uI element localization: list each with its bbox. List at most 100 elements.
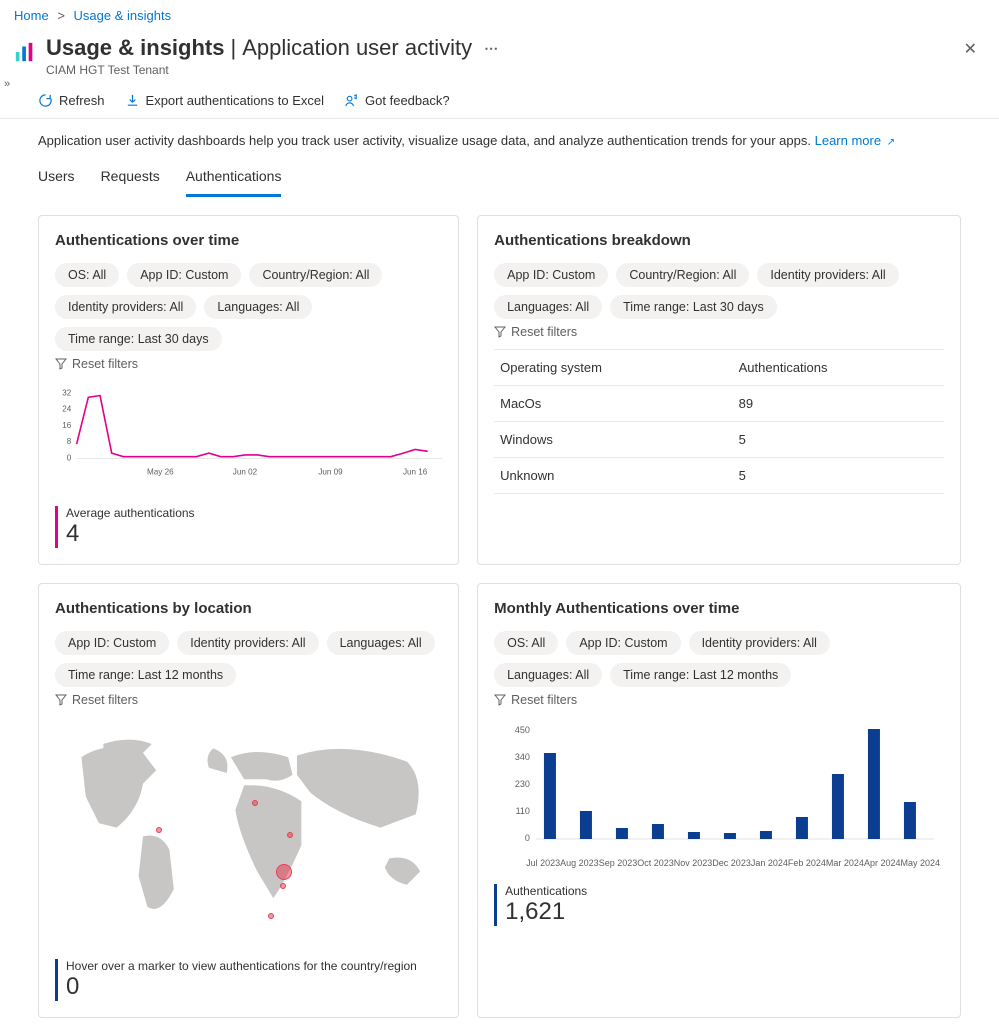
table-row[interactable]: MacOs89 [494,386,944,422]
refresh-label: Refresh [59,93,105,108]
close-button[interactable]: ✕ [956,35,985,63]
reset-label: Reset filters [511,325,577,339]
refresh-button[interactable]: Refresh [38,93,105,108]
svg-text:0: 0 [525,833,530,843]
filter-pill[interactable]: Identity providers: All [689,631,830,655]
filter-pill[interactable]: Identity providers: All [757,263,898,287]
svg-text:Jun 16: Jun 16 [403,468,428,477]
map-marker[interactable] [268,913,274,919]
reset-label: Reset filters [511,693,577,707]
table-row[interactable]: Windows5 [494,422,944,458]
filter-pill[interactable]: Time range: Last 30 days [55,327,222,351]
svg-text:Jun 09: Jun 09 [318,468,343,477]
card-title: Authentications by location [55,600,442,617]
svg-text:0: 0 [67,453,72,462]
reset-filters-button[interactable]: Reset filters [494,325,944,339]
export-label: Export authentications to Excel [146,93,325,108]
insights-icon [14,41,36,63]
metric-label: Authentications [505,884,944,898]
filter-pills: OS: All App ID: Custom Country/Region: A… [55,263,442,351]
feedback-icon [344,93,359,108]
feedback-button[interactable]: Got feedback? [344,93,450,108]
download-icon [125,93,140,108]
metric-label: Hover over a marker to view authenticati… [66,959,442,973]
bar-chart-x-axis: Jul 2023 Aug 2023 Sep 2023 Oct 2023 Nov … [494,856,944,868]
refresh-icon [38,93,53,108]
page-header: Usage & insights | Application user acti… [0,31,999,85]
breadcrumb-home[interactable]: Home [14,8,49,23]
filter-pills: OS: All App ID: Custom Identity provider… [494,631,944,687]
filter-pill[interactable]: Time range: Last 12 months [610,663,791,687]
reset-filters-button[interactable]: Reset filters [55,357,442,371]
filter-pills: App ID: Custom Identity providers: All L… [55,631,442,687]
tab-requests[interactable]: Requests [101,160,160,197]
metric-value: 0 [66,973,442,1001]
tenant-name: CIAM HGT Test Tenant [46,63,956,77]
external-link-icon: ↗ [887,137,895,148]
svg-text:Jun 02: Jun 02 [233,468,258,477]
breakdown-table: Operating system Authentications MacOs89… [494,349,944,494]
filter-pill[interactable]: App ID: Custom [494,263,608,287]
filter-pill[interactable]: OS: All [494,631,558,655]
breadcrumb-sep: > [57,8,65,23]
funnel-icon [55,694,67,706]
funnel-icon [55,358,67,370]
breadcrumb: Home > Usage & insights [0,0,999,31]
title-sep: | [230,35,236,61]
reset-label: Reset filters [72,357,138,371]
title-sub: Application user activity [242,35,472,61]
filter-pill[interactable]: Languages: All [327,631,435,655]
filter-pill[interactable]: App ID: Custom [55,631,169,655]
svg-text:32: 32 [62,388,72,397]
card-auth-breakdown: Authentications breakdown App ID: Custom… [477,215,961,565]
filter-pill[interactable]: Identity providers: All [177,631,318,655]
help-text: Application user activity dashboards hel… [0,119,999,158]
tabs: Users Requests Authentications [0,158,999,197]
world-map[interactable] [55,717,442,947]
map-marker[interactable] [280,883,286,889]
command-bar: Refresh Export authentications to Excel … [0,85,999,119]
filter-pill[interactable]: Time range: Last 12 months [55,663,236,687]
metric-label: Average authentications [66,506,442,520]
tab-authentications[interactable]: Authentications [186,160,282,197]
table-header[interactable]: Operating system [494,350,733,386]
svg-text:16: 16 [62,421,72,430]
filter-pill[interactable]: Identity providers: All [55,295,196,319]
more-actions-button[interactable]: ⋯ [484,40,499,57]
funnel-icon [494,694,506,706]
reset-filters-button[interactable]: Reset filters [494,693,944,707]
feedback-label: Got feedback? [365,93,450,108]
tab-users[interactable]: Users [38,160,75,197]
line-chart: 32 24 16 8 0 May 26 Jun 02 Jun 09 Jun 16 [55,381,442,491]
expand-chevron-icon[interactable]: » [4,78,10,90]
filter-pill[interactable]: App ID: Custom [566,631,680,655]
filter-pill[interactable]: Languages: All [494,295,602,319]
export-button[interactable]: Export authentications to Excel [125,93,325,108]
reset-filters-button[interactable]: Reset filters [55,693,442,707]
map-marker[interactable] [276,864,292,880]
svg-text:110: 110 [516,806,530,816]
filter-pill[interactable]: App ID: Custom [127,263,241,287]
card-auth-over-time: Authentications over time OS: All App ID… [38,215,459,565]
card-title: Authentications over time [55,232,442,249]
metric-value: 4 [66,520,442,548]
filter-pill[interactable]: Languages: All [204,295,312,319]
filter-pill[interactable]: OS: All [55,263,119,287]
card-title: Monthly Authentications over time [494,600,944,617]
title-main: Usage & insights [46,35,224,61]
learn-more-link[interactable]: Learn more ↗ [815,133,896,148]
filter-pill[interactable]: Country/Region: All [249,263,382,287]
help-body: Application user activity dashboards hel… [38,133,811,148]
page-title: Usage & insights | Application user acti… [46,35,956,61]
table-row[interactable]: Unknown5 [494,458,944,494]
funnel-icon [494,326,506,338]
table-header[interactable]: Authentications [733,350,944,386]
card-title: Authentications breakdown [494,232,944,249]
svg-text:450: 450 [515,725,530,735]
breadcrumb-current[interactable]: Usage & insights [74,8,172,23]
filter-pill[interactable]: Time range: Last 30 days [610,295,777,319]
filter-pills: App ID: Custom Country/Region: All Ident… [494,263,944,319]
filter-pill[interactable]: Languages: All [494,663,602,687]
filter-pill[interactable]: Country/Region: All [616,263,749,287]
metric-box: Average authentications 4 [55,506,442,548]
